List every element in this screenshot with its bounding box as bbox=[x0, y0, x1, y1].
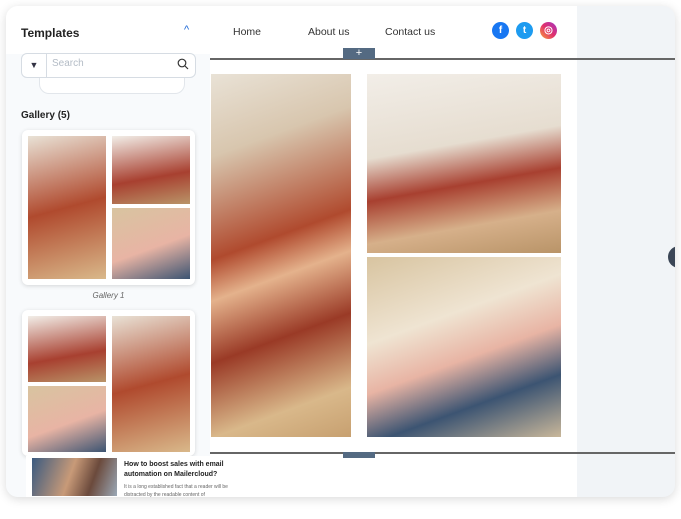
sidebar-header: Templates ^ bbox=[6, 6, 210, 54]
facebook-icon[interactable]: f bbox=[492, 22, 509, 39]
gallery-photo[interactable] bbox=[367, 74, 561, 253]
nav-contact[interactable]: Contact us bbox=[385, 26, 435, 38]
templates-sidebar: Templates ^ ▼ Gallery (5) Gallery 1 How … bbox=[6, 6, 232, 497]
gallery-photo[interactable] bbox=[211, 74, 351, 437]
filter-icon[interactable]: ▼ bbox=[22, 54, 47, 77]
template-thumb bbox=[112, 316, 190, 452]
search-input[interactable] bbox=[52, 58, 172, 69]
add-section-button[interactable]: + bbox=[343, 48, 375, 59]
search-icon[interactable] bbox=[177, 58, 189, 70]
editor-window: Home About us Contact us f t ◎ + Templat… bbox=[6, 6, 675, 497]
template-thumb bbox=[28, 316, 106, 382]
gallery-photo[interactable] bbox=[367, 257, 561, 437]
blog-title: How to boost sales with email automation… bbox=[124, 461, 224, 478]
page-canvas: Home About us Contact us f t ◎ bbox=[210, 6, 577, 497]
blog-excerpt: It is a long established fact that a rea… bbox=[124, 484, 228, 497]
search-box: ▼ bbox=[21, 53, 196, 78]
load-more-button[interactable] bbox=[39, 78, 185, 94]
nav-about[interactable]: About us bbox=[308, 26, 349, 38]
instagram-icon[interactable]: ◎ bbox=[540, 22, 557, 39]
nav-home[interactable]: Home bbox=[233, 26, 261, 38]
gallery-template-card[interactable] bbox=[22, 130, 195, 285]
section-divider bbox=[210, 58, 675, 60]
template-thumb bbox=[28, 386, 106, 452]
chevron-up-icon[interactable]: ^ bbox=[184, 24, 189, 36]
blog-template-card[interactable]: How to boost sales with email automation… bbox=[26, 456, 232, 497]
template-thumb bbox=[28, 136, 106, 279]
panel-toggle-handle[interactable] bbox=[668, 246, 675, 268]
blog-image bbox=[32, 458, 117, 496]
gallery-template-card[interactable] bbox=[22, 310, 195, 456]
sidebar-title: Templates bbox=[21, 26, 80, 40]
template-thumb bbox=[112, 208, 190, 279]
section-divider bbox=[210, 452, 675, 454]
gallery-count: Gallery (5) bbox=[21, 110, 70, 121]
template-thumb bbox=[112, 136, 190, 204]
add-section-button[interactable] bbox=[343, 452, 375, 458]
gallery-label: Gallery 1 bbox=[92, 291, 125, 300]
twitter-icon[interactable]: t bbox=[516, 22, 533, 39]
